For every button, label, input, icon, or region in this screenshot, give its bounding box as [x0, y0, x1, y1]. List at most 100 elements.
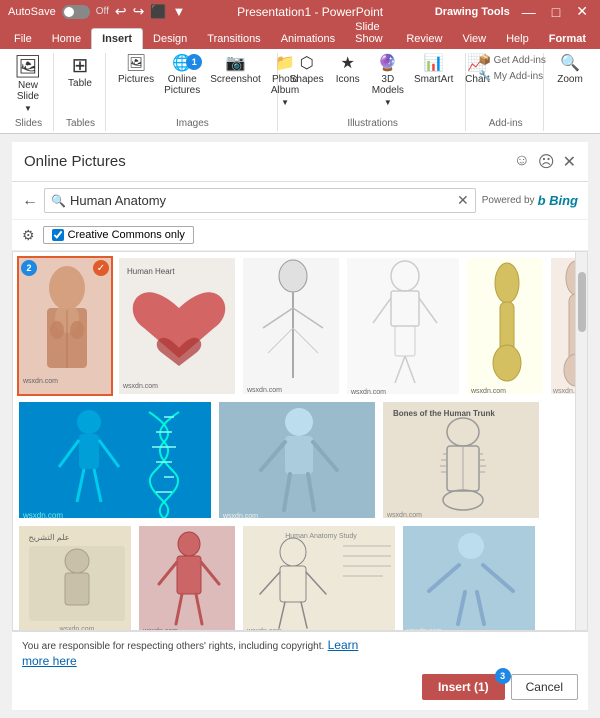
image-cell-blue-body[interactable]: wsxdn.com: [17, 400, 213, 520]
scrollbar[interactable]: [575, 252, 587, 630]
insert-button-label: Insert (1): [438, 680, 489, 694]
table-button[interactable]: ⊞ Table: [62, 53, 98, 92]
image-grid: 2 ✓ wsxdn.com: [13, 252, 587, 630]
tab-help[interactable]: Help: [496, 29, 539, 49]
svg-text:wsxdn.com: wsxdn.com: [22, 511, 63, 520]
filter-row: ⚙ Creative Commons only: [12, 220, 588, 251]
tab-review[interactable]: Review: [396, 29, 452, 49]
table-icon: ⊞: [72, 56, 89, 76]
svg-text:Human Heart: Human Heart: [127, 267, 175, 276]
search-input[interactable]: [70, 193, 457, 208]
new-slide-button[interactable]: 🖼 NewSlide ▼: [10, 53, 46, 116]
tables-buttons: ⊞ Table: [62, 53, 98, 116]
icons-button[interactable]: ★ Icons: [330, 53, 366, 88]
back-button[interactable]: ←: [22, 192, 38, 210]
app-window: AutoSave Off ↩ ↪ ⬛ ▼ Presentation1 - Pow…: [0, 0, 600, 643]
svg-text:wsxdn.com: wsxdn.com: [222, 513, 258, 520]
svg-text:wsxdn.com: wsxdn.com: [406, 628, 442, 630]
torso-svg: wsxdn.com: [19, 258, 113, 396]
tab-file[interactable]: File: [4, 29, 42, 49]
image-cell-red-anatomy[interactable]: wsxdn.com: [137, 524, 237, 630]
3d-models-icon: 🔮: [378, 56, 398, 72]
search-clear-button[interactable]: ✕: [457, 192, 469, 209]
toggle-circle: [64, 7, 74, 17]
autosave-state: Off: [96, 6, 109, 17]
3d-body-svg: wsxdn.com: [219, 402, 377, 520]
zoom-group-label: [552, 127, 590, 129]
image-cell-bones-trunk[interactable]: Bones of the Human Trunk: [381, 400, 541, 520]
images-group-label: Images: [114, 116, 271, 129]
tab-design[interactable]: Design: [143, 29, 197, 49]
creative-commons-label: Creative Commons only: [68, 229, 185, 241]
shapes-button[interactable]: ⬡ Shapes: [286, 53, 328, 88]
svg-text:wsxdn.com: wsxdn.com: [246, 628, 282, 630]
image-cell-3d-body[interactable]: wsxdn.com: [217, 400, 377, 520]
cancel-button-label: Cancel: [526, 680, 563, 694]
svg-text:wsxdn.com: wsxdn.com: [386, 512, 422, 519]
ribbon-tab-bar: File Home Insert Design Transitions Anim…: [0, 23, 600, 49]
image-cell-arabic[interactable]: علم التشريح wsxdn.com: [17, 524, 133, 630]
zoom-button[interactable]: 🔍 Zoom: [552, 53, 588, 88]
get-addins-button[interactable]: 📦 Get Add-ins: [474, 53, 549, 68]
maximize-button[interactable]: □: [548, 4, 564, 20]
more-here-link[interactable]: more here: [22, 654, 77, 668]
3d-models-button[interactable]: 🔮 3DModels ▼: [368, 53, 408, 110]
tab-insert[interactable]: Insert: [91, 28, 143, 49]
svg-text:wsxdn.com: wsxdn.com: [246, 387, 282, 394]
tab-transitions[interactable]: Transitions: [197, 29, 270, 49]
filter-icon[interactable]: ⚙: [22, 227, 35, 244]
close-button[interactable]: ✕: [572, 3, 592, 20]
redo-icon[interactable]: ↪: [133, 3, 145, 20]
autosave-toggle[interactable]: [62, 5, 90, 19]
badge-3: 3: [495, 668, 511, 684]
addins-buttons: 📦 Get Add-ins 🔧 My Add-ins: [474, 53, 549, 84]
dropdown-arrow: ▼: [24, 104, 32, 113]
cancel-button[interactable]: Cancel: [511, 674, 578, 700]
image-cell-torso[interactable]: 2 ✓ wsxdn.com: [17, 256, 113, 396]
tab-view[interactable]: View: [452, 29, 496, 49]
smiley-icon[interactable]: ☺: [514, 152, 530, 172]
slides-buttons: 🖼 NewSlide ▼: [10, 53, 46, 116]
blue-body-svg: wsxdn.com: [19, 402, 213, 520]
svg-text:wsxdn.com: wsxdn.com: [350, 389, 386, 396]
zoom-icon: 🔍: [560, 56, 580, 72]
image-row-2: wsxdn.com wsxdn.com: [17, 400, 583, 520]
tab-slideshow[interactable]: Slide Show: [345, 17, 396, 49]
tab-format[interactable]: Format: [539, 29, 596, 49]
tab-animations[interactable]: Animations: [271, 29, 345, 49]
drawing-tools-label: Drawing Tools: [435, 6, 510, 18]
toolbar-icon-1[interactable]: ⬛: [150, 4, 166, 20]
addins-group-label: Add-ins: [474, 116, 537, 129]
minimize-button[interactable]: —: [518, 4, 540, 20]
search-mag-icon: 🔍: [51, 194, 66, 208]
image-cell-skeleton[interactable]: wsxdn.com: [345, 256, 461, 396]
image-cell-nervous[interactable]: wsxdn.com: [241, 256, 341, 396]
selected-checkmark: ✓: [93, 260, 109, 276]
tab-home[interactable]: Home: [42, 29, 91, 49]
pictures-button[interactable]: 🖼 Pictures: [114, 53, 158, 88]
creative-commons-checkbox[interactable]: [52, 229, 64, 241]
image-cell-blue-arms[interactable]: wsxdn.com: [401, 524, 537, 630]
smartart-button[interactable]: 📊 SmartArt: [410, 53, 457, 88]
search-input-wrap: 🔍 ✕: [44, 188, 476, 213]
svg-text:wsxdn.com: wsxdn.com: [142, 628, 178, 630]
undo-icon[interactable]: ↩: [115, 3, 127, 20]
sad-icon[interactable]: ☹: [538, 152, 555, 172]
ribbon-group-tables: ⊞ Table Tables: [56, 53, 106, 131]
my-addins-button[interactable]: 🔧 My Add-ins: [474, 69, 549, 84]
creative-commons-checkbox-label[interactable]: Creative Commons only: [43, 226, 194, 244]
screenshot-button[interactable]: 📷 Screenshot: [206, 53, 265, 88]
image-cell-limbs[interactable]: wsxdn.com: [465, 256, 545, 396]
insert-button[interactable]: 3 Insert (1): [422, 674, 505, 700]
pictures-icon: 🖼: [126, 56, 146, 72]
sketch-svg: Human Anatomy Study w: [243, 526, 397, 630]
learn-more-link[interactable]: Learn: [328, 638, 359, 652]
toolbar-icon-2[interactable]: ▼: [173, 4, 186, 19]
image-cell-sketch[interactable]: Human Anatomy Study w: [241, 524, 397, 630]
image-cell-heart[interactable]: Human Heart wsxdn.com: [117, 256, 237, 396]
slides-group-label: Slides: [10, 116, 47, 129]
dialog-close-icon[interactable]: ✕: [563, 152, 576, 172]
blue-arms-svg: wsxdn.com: [403, 526, 537, 630]
arabic-svg: علم التشريح wsxdn.com: [19, 526, 133, 630]
online-pictures-button[interactable]: 1 🌐 OnlinePictures: [160, 53, 204, 99]
